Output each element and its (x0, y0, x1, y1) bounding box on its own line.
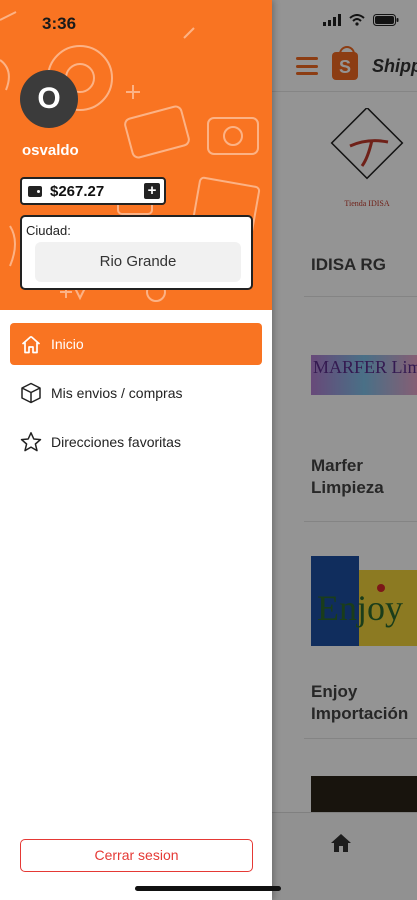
status-time: 3:36 (42, 14, 77, 33)
star-icon (20, 431, 42, 453)
menu-item-label: Direcciones favoritas (51, 434, 181, 450)
menu-item-label: Mis envios / compras (51, 385, 183, 401)
add-balance-icon[interactable]: + (144, 183, 160, 199)
city-select[interactable]: Rio Grande (35, 242, 241, 282)
side-drawer: 3:36 O osvaldo $267.27 + Ciudad: Rio Gra… (0, 0, 272, 900)
avatar[interactable]: O (20, 70, 78, 128)
home-indicator[interactable] (135, 886, 281, 891)
drawer-header: 3:36 O osvaldo $267.27 + Ciudad: Rio Gra… (0, 0, 272, 310)
username: osvaldo (22, 142, 79, 159)
home-icon (20, 333, 42, 355)
city-label: Ciudad: (26, 223, 71, 238)
menu-item-inicio[interactable]: Inicio (10, 323, 262, 365)
dim-overlay[interactable] (272, 0, 417, 900)
city-box: Ciudad: Rio Grande (20, 215, 253, 290)
logout-button[interactable]: Cerrar sesion (20, 839, 253, 872)
box-icon (20, 382, 42, 404)
balance-value: $267.27 (50, 182, 105, 200)
drawer-menu: Inicio Mis envios / compras Direcciones … (0, 323, 272, 470)
menu-item-direcciones[interactable]: Direcciones favoritas (10, 421, 262, 463)
menu-item-envios[interactable]: Mis envios / compras (10, 372, 262, 414)
menu-item-label: Inicio (51, 336, 84, 352)
balance-box: $267.27 + (20, 177, 166, 205)
wallet-icon (28, 185, 42, 197)
